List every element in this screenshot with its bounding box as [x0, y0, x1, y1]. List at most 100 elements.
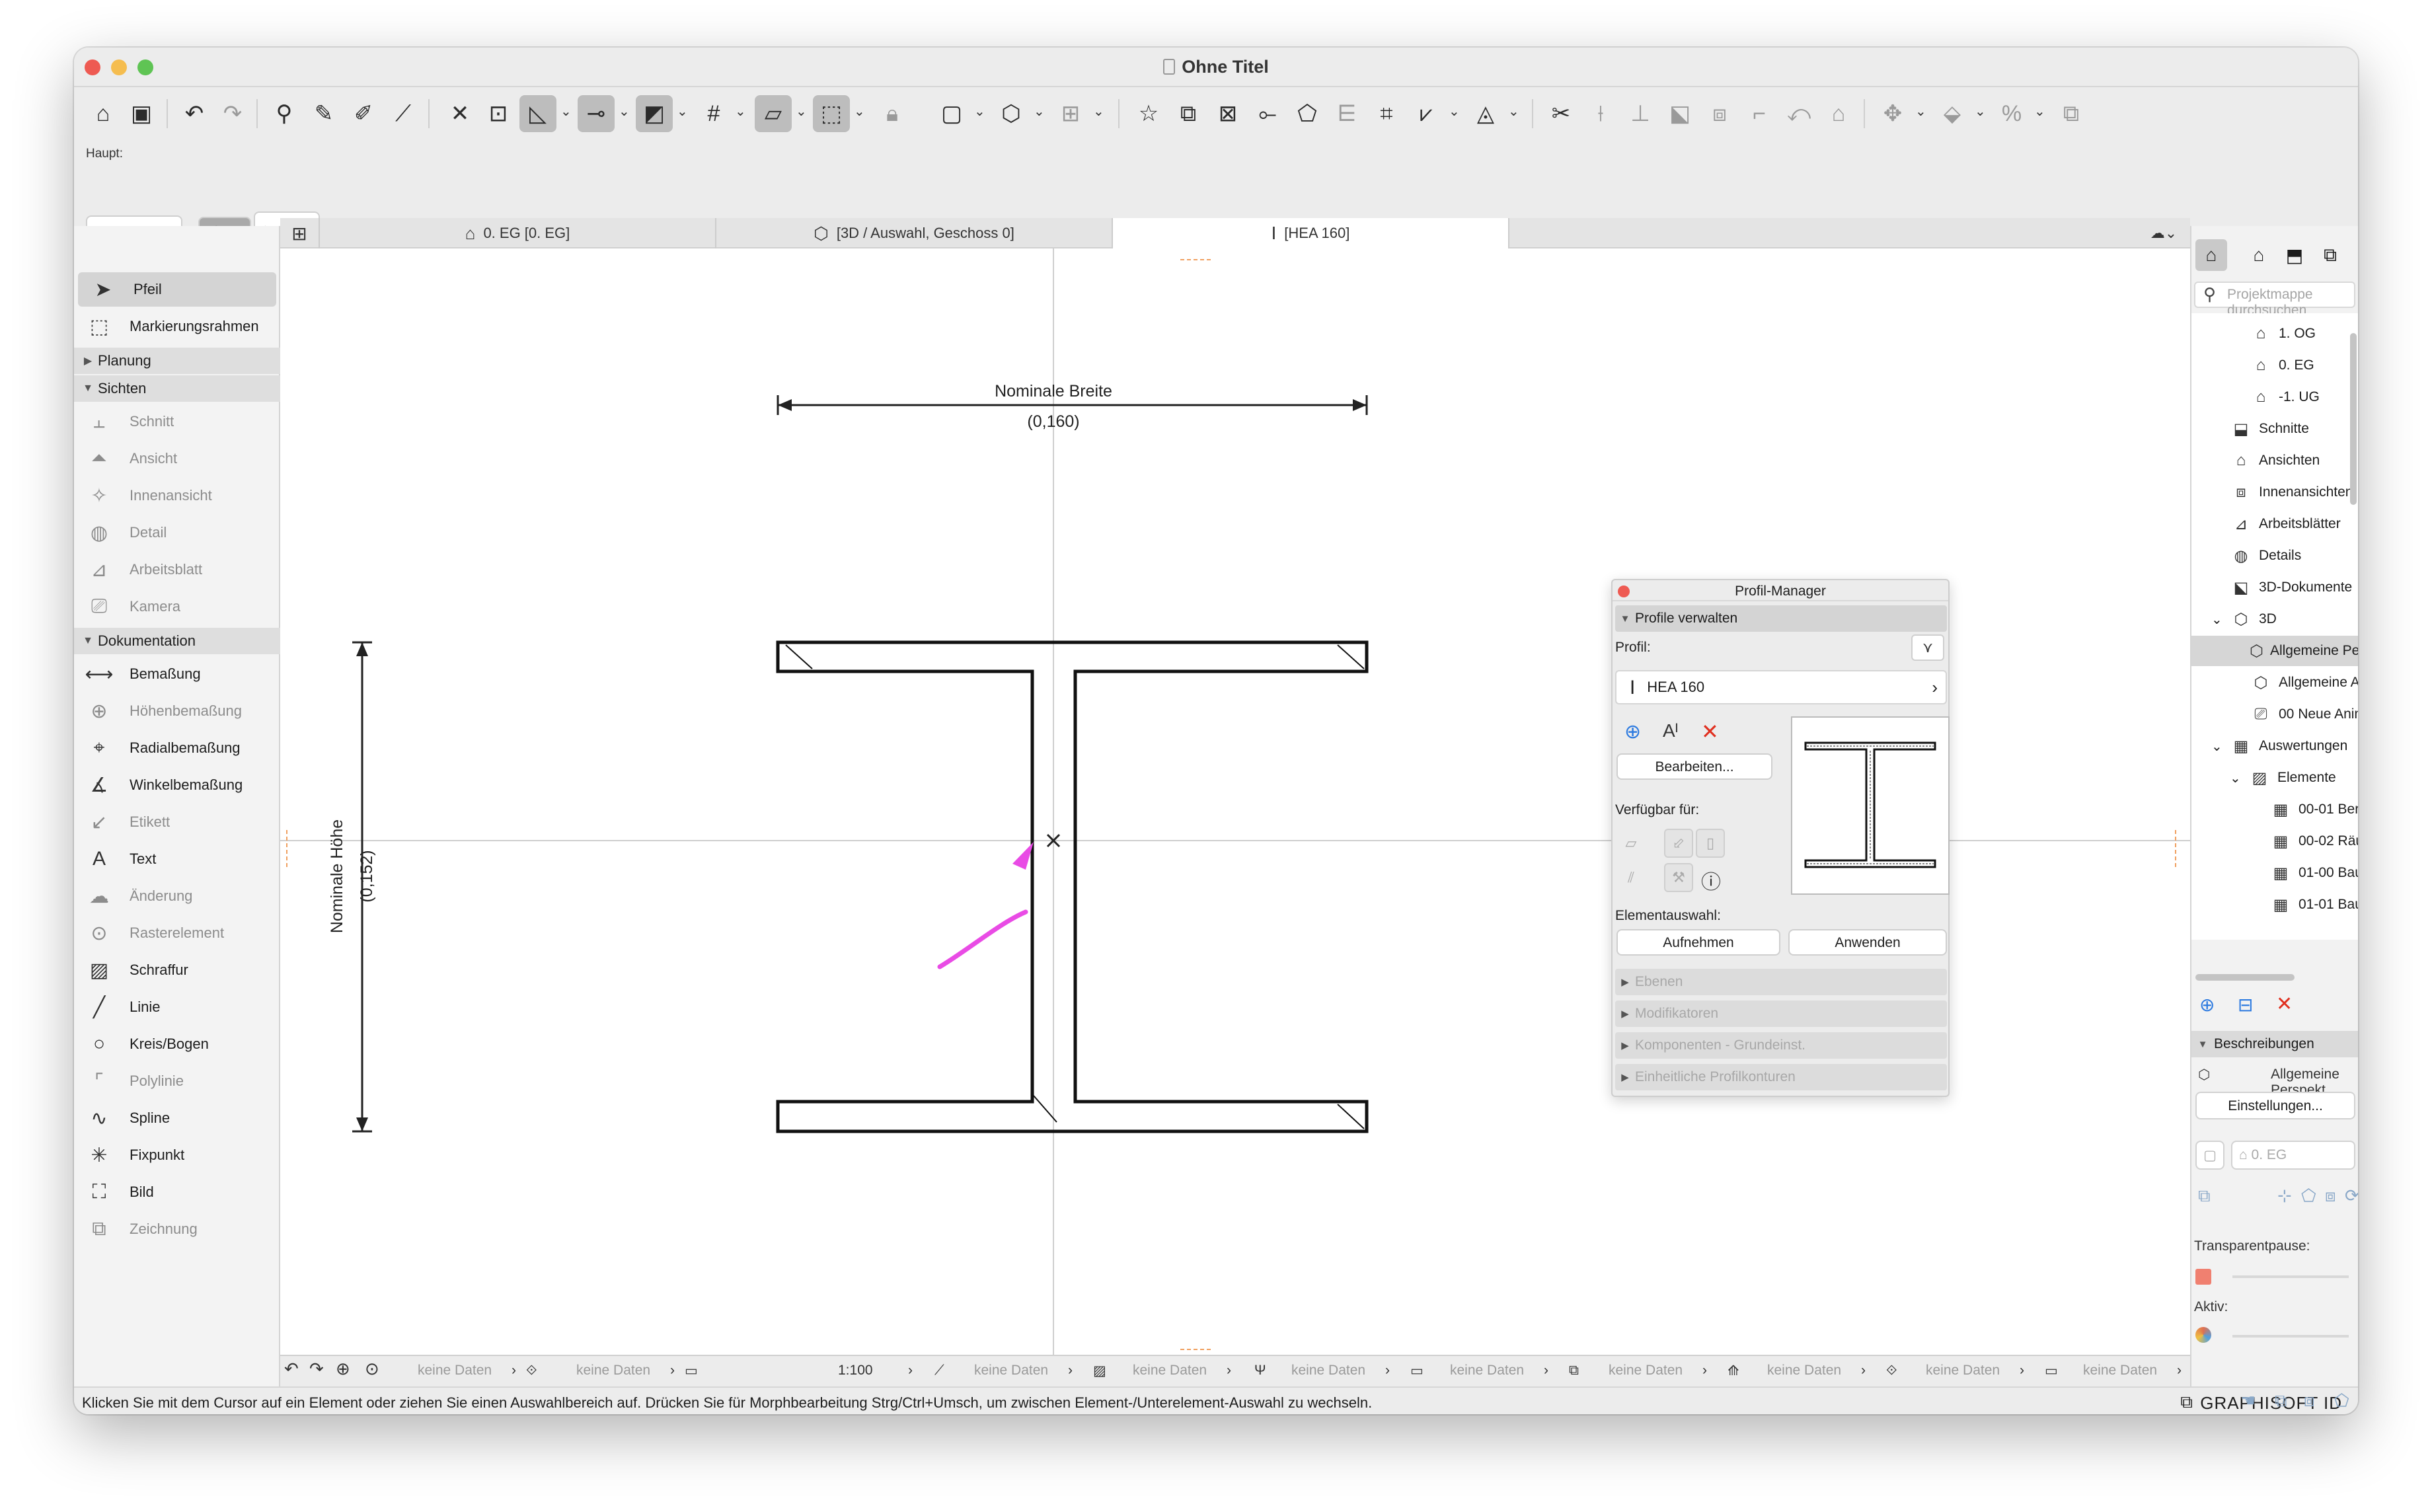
- tool-ansicht[interactable]: ⏶ Ansicht: [74, 441, 280, 476]
- tree-item-1ug[interactable]: ⌂ -1. UG: [2250, 382, 2320, 412]
- tool-text[interactable]: A Text: [74, 842, 280, 876]
- status-field-4[interactable]: keine Daten: [1133, 1363, 1207, 1379]
- refresh-icon[interactable]: ⟳: [2345, 1186, 2358, 1206]
- rotate-icon[interactable]: ⌐: [1741, 95, 1778, 132]
- transparency-slider[interactable]: [2232, 1275, 2349, 1278]
- floor-selector[interactable]: ⌂ 0. EG: [2231, 1141, 2355, 1170]
- tool-aenderung[interactable]: ☁ Änderung: [74, 879, 280, 913]
- merge-icon[interactable]: ⧈: [2304, 1390, 2315, 1412]
- status-field-7[interactable]: keine Daten: [1609, 1363, 1683, 1379]
- group-sichten[interactable]: ▼ Sichten: [74, 375, 280, 402]
- tool-etikett[interactable]: ↙ Etikett: [74, 805, 280, 839]
- copy-stack-icon[interactable]: ⧉: [2275, 1390, 2287, 1412]
- angle-icon[interactable]: ◺: [519, 95, 556, 132]
- color-wheel-icon[interactable]: [2195, 1327, 2211, 1343]
- tool-rasterelement[interactable]: ⊙ Rasterelement: [74, 916, 280, 950]
- chevron-down-icon[interactable]: ⌄: [796, 103, 807, 120]
- measure-icon[interactable]: ⊡: [480, 95, 517, 132]
- profile-canvas[interactable]: Nominale Breite (0,160) Nominale Höhe (0…: [280, 248, 2190, 1356]
- view-map-icon[interactable]: ⌂: [2243, 239, 2275, 271]
- tree-item-bauteile-0100[interactable]: ▦ 01-00 Bauteile - Liste: [2269, 858, 2358, 888]
- inject-icon[interactable]: ✐: [345, 95, 382, 132]
- chevron-down-icon[interactable]: ⌄: [560, 103, 572, 120]
- group-planung[interactable]: ▶ Planung: [74, 348, 280, 374]
- chevron-down-icon[interactable]: ⌄: [2034, 103, 2045, 120]
- stack-icon[interactable]: ⬠: [1289, 95, 1326, 132]
- column-icon[interactable]: ▯: [1696, 829, 1725, 858]
- tool-markierungsrahmen[interactable]: ⬚ Markierungsrahmen: [74, 309, 280, 344]
- offset-icon[interactable]: ⧈: [1701, 95, 1738, 132]
- tool-bild[interactable]: ⛶ Bild: [74, 1175, 280, 1209]
- status-field-8[interactable]: keine Daten: [1767, 1363, 1841, 1379]
- tree-item-details[interactable]: ◍ Details: [2230, 541, 2302, 571]
- tool-schraffur[interactable]: ▨ Schraffur: [74, 953, 280, 987]
- redo-icon[interactable]: ↷: [214, 95, 251, 132]
- chevron-down-icon[interactable]: ⌄: [854, 103, 865, 120]
- section-profile-manage[interactable]: ▼ Profile verwalten: [1615, 605, 1947, 632]
- tree-item-ansichten[interactable]: ⌂ Ansichten: [2230, 445, 2320, 476]
- scale-value[interactable]: 1:100: [838, 1363, 873, 1379]
- grid-icon[interactable]: #: [695, 95, 732, 132]
- map-link-icon[interactable]: ⧉: [2198, 1186, 2211, 1207]
- view-settings-icon[interactable]: ▢: [2195, 1141, 2224, 1170]
- tool-kreis-bogen[interactable]: ○ Kreis/Bogen: [74, 1027, 280, 1061]
- percent-icon[interactable]: %: [1993, 95, 2030, 132]
- tool-polylinie[interactable]: ⌜ Polylinie: [74, 1064, 280, 1098]
- 3d-box-icon[interactable]: ⬡: [993, 95, 1030, 132]
- railing-icon[interactable]: ⫽: [1616, 863, 1646, 892]
- tree-item-schnitte[interactable]: ⬓ Schnitte: [2230, 414, 2309, 444]
- pick-up-icon[interactable]: ⚲: [266, 95, 303, 132]
- zoom-fit-icon[interactable]: ⊙: [365, 1359, 379, 1379]
- surface-snap-icon[interactable]: ◩: [636, 95, 673, 132]
- edit-button[interactable]: Bearbeiten...: [1616, 753, 1772, 780]
- apply-button[interactable]: Anwenden: [1788, 929, 1947, 956]
- fill-icon[interactable]: ⤺: [1780, 95, 1817, 132]
- status-field-1[interactable]: keine Daten: [418, 1363, 492, 1379]
- tree-item-innenansichten[interactable]: ⧈ Innenansichten: [2230, 477, 2353, 508]
- tool-bemassung[interactable]: ⟷ Bemaßung: [74, 657, 280, 691]
- home-icon[interactable]: ⌂: [85, 95, 122, 132]
- tool-hoehenbemassung[interactable]: ⊕ Höhenbemaßung: [74, 694, 280, 728]
- undo-icon[interactable]: ↶: [176, 95, 213, 132]
- tree-item-raeume[interactable]: ▦ 00-02 Räume - Flächen: [2269, 826, 2358, 856]
- copy-icon[interactable]: ⧉: [2053, 95, 2090, 132]
- roof-icon[interactable]: ◬: [1467, 95, 1504, 132]
- tree-item-3d[interactable]: ⌄ ⬡ 3D: [2211, 604, 2277, 634]
- tab-overview[interactable]: ⊞: [280, 218, 320, 248]
- tree-item-bauteile-0101[interactable]: ▦ 01-01 Bauteile - Liste: [2269, 889, 2358, 920]
- new-view-icon[interactable]: ⊕: [2199, 994, 2215, 1016]
- status-field-5[interactable]: keine Daten: [1291, 1363, 1365, 1379]
- status-field-3[interactable]: keine Daten: [974, 1363, 1048, 1379]
- layout-icon[interactable]: ⊠: [1209, 95, 1246, 132]
- profile-selector[interactable]: Ⅰ HEA 160 ›: [1615, 670, 1947, 704]
- view-options-button[interactable]: ☁⌄: [2137, 218, 2190, 248]
- eyedropper-icon[interactable]: ✎: [305, 95, 342, 132]
- link-icon[interactable]: ⟜: [1249, 95, 1286, 132]
- window-icon[interactable]: ⧉: [2180, 1392, 2193, 1413]
- settings-button[interactable]: Einstellungen...: [2195, 1092, 2355, 1119]
- tool-linie[interactable]: ╱ Linie: [74, 990, 280, 1024]
- transparency-color-swatch[interactable]: [2195, 1269, 2211, 1285]
- layout-book-icon[interactable]: ⬒: [2279, 239, 2310, 271]
- column-icon[interactable]: ⊥: [1622, 95, 1659, 132]
- project-map-search[interactable]: ⚲ Projektmappe durchsuchen: [2194, 282, 2355, 318]
- tag-icon[interactable]: ⌗: [1368, 95, 1405, 132]
- elevate-icon[interactable]: ⌂: [1820, 95, 1857, 132]
- tree-item-berechnung[interactable]: ▦ 00-01 Berechnung: [2269, 794, 2358, 825]
- active-slider[interactable]: [2232, 1335, 2349, 1338]
- chevron-down-icon[interactable]: ⌄: [974, 103, 985, 120]
- tree-item-allgemeine-perspektive[interactable]: ⬡ Allgemeine Perspektive: [2191, 636, 2358, 666]
- lock-icon[interactable]: 🔒︎: [874, 95, 911, 132]
- info-icon[interactable]: ⓘ: [1701, 866, 1721, 895]
- chevron-down-icon[interactable]: ⌄: [1093, 103, 1104, 120]
- rename-profile-icon[interactable]: Aᴵ: [1663, 720, 1678, 741]
- add-profile-icon[interactable]: ⊕: [1624, 720, 1641, 743]
- selection-box-icon[interactable]: ⬚: [813, 95, 850, 132]
- chevron-down-icon[interactable]: ⌄: [1034, 103, 1045, 120]
- section-beschreibungen[interactable]: ▼ Beschreibungen: [2191, 1031, 2358, 1057]
- add-icon[interactable]: ⊹: [2277, 1186, 2292, 1206]
- tree-item-1og[interactable]: ⌂ 1. OG: [2250, 319, 2316, 349]
- tree-item-neue-animation[interactable]: ⎚ 00 Neue Animation: [2250, 699, 2358, 730]
- pick-up-button[interactable]: Aufnehmen: [1616, 929, 1780, 956]
- tab-floorplan[interactable]: ⌂ 0. EG [0. EG]: [320, 218, 716, 248]
